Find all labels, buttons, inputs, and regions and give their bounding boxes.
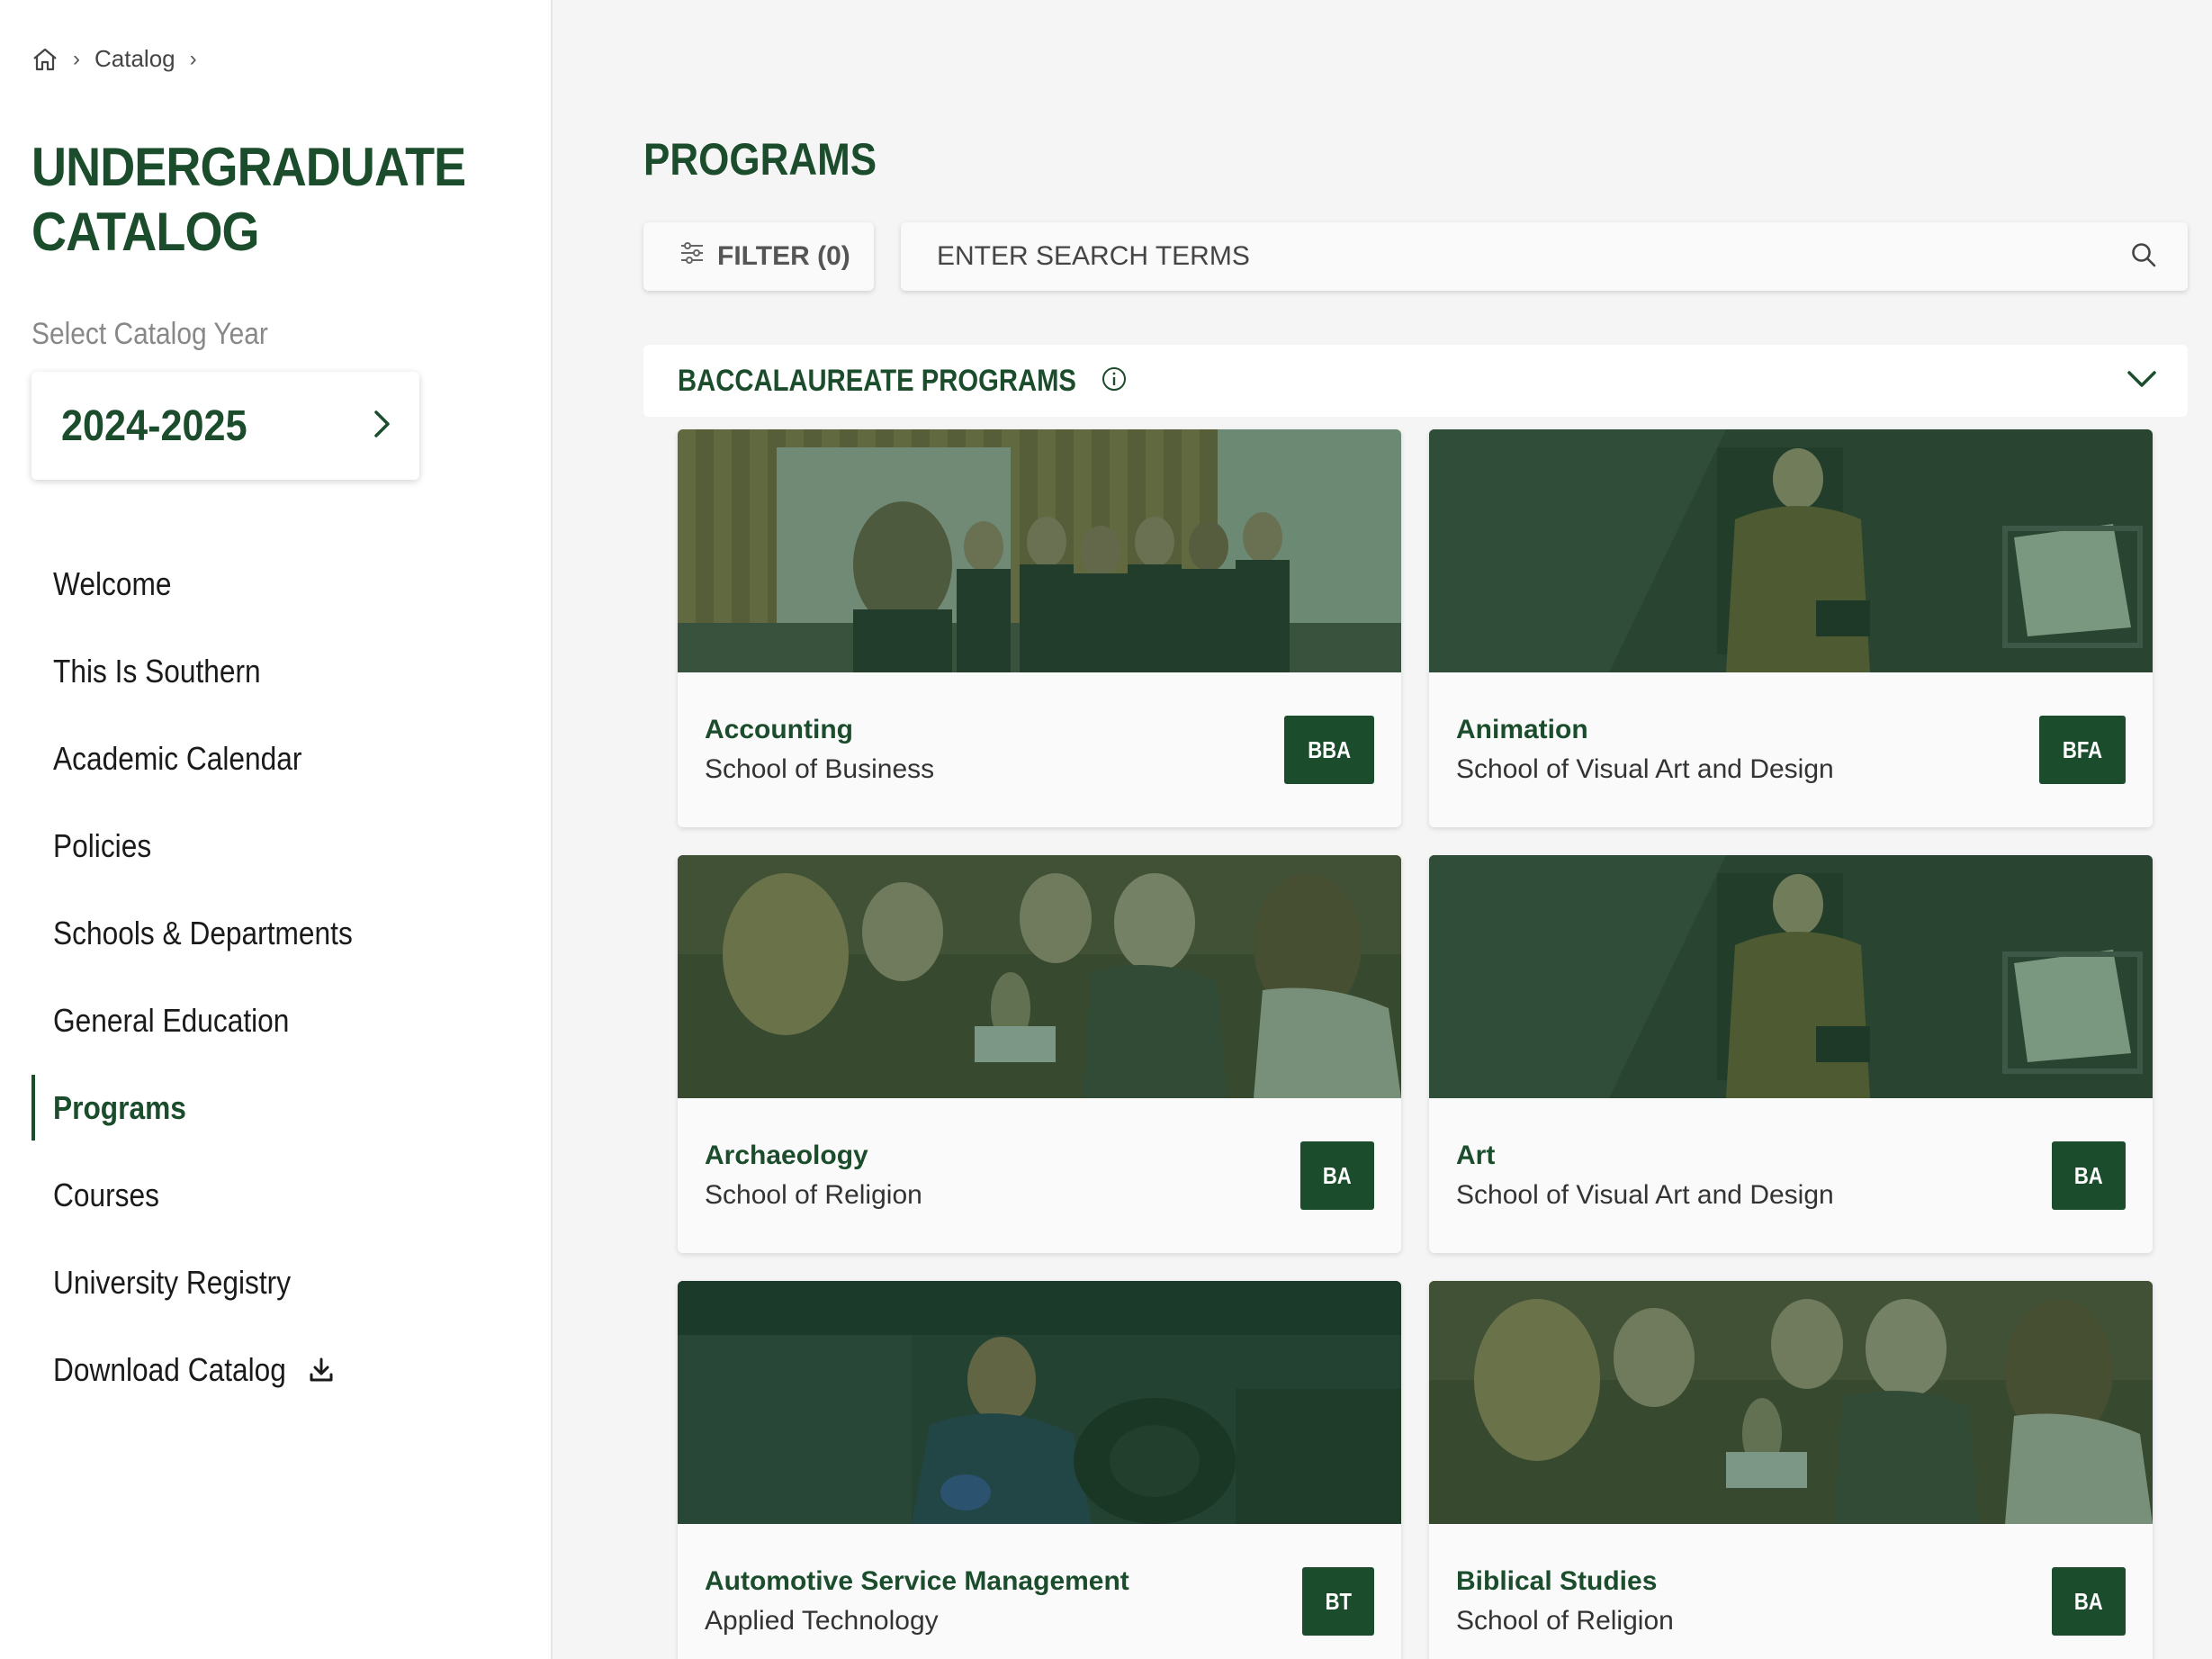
program-name: Archaeology	[705, 1141, 868, 1170]
sidebar-item-download-catalog[interactable]: Download Catalog	[31, 1326, 393, 1413]
catalog-title-line2: CATALOG	[31, 202, 260, 262]
sidebar-item-label: Courses	[53, 1176, 159, 1213]
degree-badge: BA	[1300, 1141, 1374, 1210]
sidebar-item-label: This Is Southern	[53, 652, 261, 690]
program-school: School of Visual Art and Design	[1456, 1180, 1834, 1210]
breadcrumb-catalog-link[interactable]: Catalog	[94, 45, 175, 73]
breadcrumb: › Catalog ›	[31, 45, 197, 73]
program-name: Art	[1456, 1141, 1496, 1170]
degree-label: BA	[1323, 1161, 1353, 1189]
sidebar-item-university-registry[interactable]: University Registry	[31, 1239, 393, 1326]
degree-badge: BA	[2052, 1141, 2126, 1210]
degree-label: BFA	[2062, 735, 2103, 763]
program-card-archaeology[interactable]: Archaeology School of Religion BA	[678, 855, 1401, 1253]
sidebar-item-general-education[interactable]: General Education	[31, 977, 393, 1064]
catalog-year-value: 2024-2025	[61, 401, 247, 450]
sidebar-item-welcome[interactable]: Welcome	[31, 540, 393, 627]
program-name: Biblical Studies	[1456, 1566, 1658, 1596]
sidebar-item-programs[interactable]: Programs	[31, 1064, 393, 1151]
program-photo-mechanic	[678, 1281, 1401, 1524]
breadcrumb-separator: ›	[189, 46, 197, 71]
filter-label: FILTER (0)	[717, 241, 850, 271]
program-card-biblical-studies[interactable]: Biblical Studies School of Religion BA	[1429, 1281, 2153, 1659]
program-card-automotive-service-management[interactable]: Automotive Service Management Applied Te…	[678, 1281, 1401, 1659]
degree-label: BBA	[1307, 735, 1351, 763]
baccalaureate-section-toggle[interactable]: BACCALAUREATE PROGRAMS	[643, 345, 2188, 417]
info-icon[interactable]	[1102, 366, 1127, 396]
sidebar-item-academic-calendar[interactable]: Academic Calendar	[31, 715, 393, 802]
program-photo-studio-camera	[1429, 855, 2153, 1098]
degree-badge: BA	[2052, 1567, 2126, 1636]
sidebar-item-label: Policies	[53, 826, 152, 864]
program-photo-artifact-study	[678, 855, 1401, 1098]
search-box	[901, 222, 2188, 291]
degree-badge: BBA	[1283, 716, 1374, 784]
section-title: BACCALAUREATE PROGRAMS	[678, 363, 1076, 398]
search-input[interactable]	[937, 241, 2017, 272]
catalog-title: UNDERGRADUATE CATALOG	[31, 135, 485, 265]
chevron-down-icon	[2127, 370, 2157, 392]
sidebar-item-label: Welcome	[53, 564, 172, 602]
program-name: Animation	[1456, 715, 1588, 744]
program-school: School of Visual Art and Design	[1456, 754, 1834, 784]
program-school: School of Religion	[1456, 1606, 1674, 1636]
degree-label: BA	[2074, 1587, 2104, 1615]
sidebar-item-schools-departments[interactable]: Schools & Departments	[31, 889, 393, 977]
chevron-right-icon	[373, 409, 392, 444]
filter-button[interactable]: FILTER (0)	[643, 222, 874, 291]
program-card-grid: Accounting School of Business BBA Animat…	[678, 429, 2154, 1659]
main-content: PROGRAMS FILTER (0) BACCALAUREATE PROGRA…	[553, 0, 2212, 1659]
program-photo-artifact-study	[1429, 1281, 2153, 1524]
download-icon	[307, 1356, 336, 1384]
sidebar-item-courses[interactable]: Courses	[31, 1151, 393, 1239]
page-title: PROGRAMS	[643, 134, 877, 185]
sidebar-item-this-is-southern[interactable]: This Is Southern	[31, 627, 393, 715]
home-icon[interactable]	[31, 47, 58, 72]
filter-icon	[679, 241, 705, 272]
program-card-art[interactable]: Art School of Visual Art and Design BA	[1429, 855, 2153, 1253]
sidebar-nav: Welcome This Is Southern Academic Calend…	[31, 540, 393, 1413]
program-card-accounting[interactable]: Accounting School of Business BBA	[678, 429, 1401, 827]
sidebar: › Catalog › UNDERGRADUATE CATALOG Select…	[0, 0, 553, 1659]
sidebar-item-policies[interactable]: Policies	[31, 802, 393, 889]
search-icon[interactable]	[2130, 241, 2157, 273]
program-photo-business-group	[678, 429, 1401, 672]
catalog-year-label: Select Catalog Year	[31, 317, 268, 351]
program-name: Automotive Service Management	[705, 1566, 1129, 1596]
sidebar-item-label: University Registry	[53, 1263, 292, 1301]
sidebar-item-label: Schools & Departments	[53, 914, 353, 951]
breadcrumb-separator: ›	[73, 46, 80, 71]
program-photo-studio-camera	[1429, 429, 2153, 672]
catalog-title-line1: UNDERGRADUATE	[31, 137, 466, 197]
program-name: Accounting	[705, 715, 853, 744]
sidebar-item-label: Academic Calendar	[53, 739, 302, 777]
sidebar-item-label: Download Catalog	[53, 1350, 286, 1388]
program-school: Applied Technology	[705, 1606, 939, 1636]
program-school: School of Business	[705, 754, 935, 784]
sidebar-item-label: General Education	[53, 1001, 290, 1039]
degree-label: BA	[2074, 1161, 2104, 1189]
degree-badge: BFA	[2039, 716, 2126, 784]
program-school: School of Religion	[705, 1180, 922, 1210]
catalog-year-selector[interactable]: 2024-2025	[31, 372, 419, 480]
degree-badge: BT	[1302, 1567, 1374, 1636]
degree-label: BT	[1325, 1587, 1352, 1615]
program-card-animation[interactable]: Animation School of Visual Art and Desig…	[1429, 429, 2153, 827]
sidebar-item-label: Programs	[53, 1088, 186, 1126]
